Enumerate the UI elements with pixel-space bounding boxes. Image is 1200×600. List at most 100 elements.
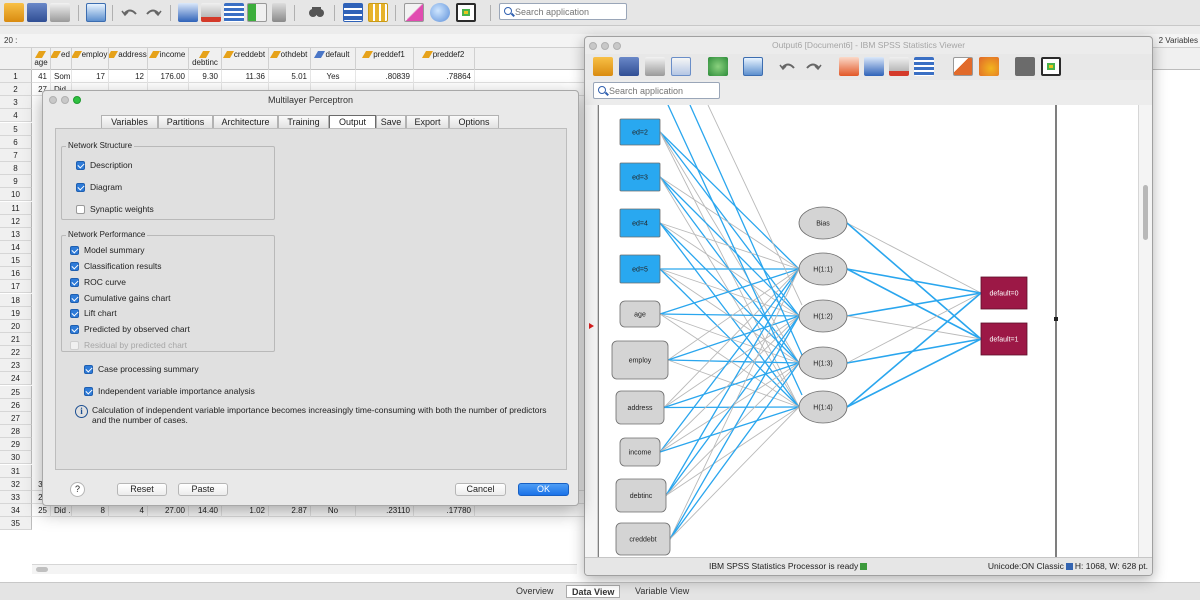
row-number[interactable]: 35 (0, 517, 32, 531)
row-number[interactable]: 17 (0, 280, 32, 294)
column-header-employ[interactable]: employ (72, 48, 109, 70)
row-number[interactable]: 14 (0, 240, 32, 254)
column-header-creddebt[interactable]: creddebt (222, 48, 269, 70)
column-header-preddef1[interactable]: preddef1 (356, 48, 414, 70)
row-number[interactable]: 22 (0, 346, 32, 360)
column-header-address[interactable]: address (109, 48, 148, 70)
row-number[interactable]: 28 (0, 425, 32, 439)
row-number[interactable]: 9 (0, 175, 32, 189)
column-header-age[interactable]: age (32, 48, 51, 70)
row-number[interactable]: 20 (0, 319, 32, 333)
cell-preddef1[interactable]: .80839 (356, 70, 414, 83)
row-number[interactable]: 34 (0, 503, 32, 517)
variables-icon[interactable] (914, 57, 934, 76)
paste-button[interactable]: Paste (178, 483, 228, 496)
cell-othdebt[interactable]: 5.01 (269, 70, 311, 83)
goto-variable-icon[interactable] (889, 57, 909, 76)
row-number[interactable]: 23 (0, 359, 32, 373)
reset-button[interactable]: Reset (117, 483, 167, 496)
select-cases-icon[interactable] (404, 3, 424, 22)
recall-dialog-icon[interactable] (743, 57, 763, 76)
search-application-box[interactable] (499, 3, 627, 20)
tab-output[interactable]: Output (329, 115, 376, 129)
row-number[interactable]: 32 (0, 477, 32, 491)
undo-icon[interactable] (778, 57, 798, 76)
column-header-preddef2[interactable]: preddef2 (414, 48, 475, 70)
importance-analysis-checkbox[interactable] (84, 387, 93, 396)
viewer-vertical-scrollbar[interactable] (1138, 105, 1152, 557)
output-content-pane[interactable]: ed=2 ed=3 ed=4 ed=5 age employ address income de… (598, 105, 1138, 557)
use-sets-icon[interactable] (1041, 57, 1061, 76)
cell-employ[interactable]: 17 (72, 70, 109, 83)
row-number[interactable]: 4 (0, 109, 32, 123)
cancel-button[interactable]: Cancel (455, 483, 506, 496)
cell-default[interactable]: Yes (311, 70, 356, 83)
column-header-debtinc[interactable]: debtinc (189, 48, 222, 70)
save-icon[interactable] (27, 3, 47, 22)
value-labels-icon[interactable] (430, 3, 450, 22)
use-sets-icon[interactable] (456, 3, 476, 22)
row-number[interactable]: 8 (0, 162, 32, 176)
outline-pane[interactable] (585, 105, 598, 557)
ok-button[interactable]: OK (518, 483, 569, 496)
column-icon[interactable] (272, 3, 286, 22)
designate-window-icon[interactable] (953, 57, 973, 76)
row-number[interactable]: 31 (0, 464, 32, 478)
redo-icon[interactable] (143, 3, 163, 22)
cell-preddef2[interactable]: .78864 (414, 70, 475, 83)
row-number[interactable]: 26 (0, 398, 32, 412)
cell-creddebt[interactable]: 11.36 (222, 70, 269, 83)
print-preview-icon[interactable] (671, 57, 691, 76)
description-checkbox[interactable] (76, 161, 85, 170)
open-folder-icon[interactable] (4, 3, 24, 22)
split-file-icon[interactable] (343, 3, 363, 22)
column-header-default[interactable]: default (311, 48, 356, 70)
variables-icon[interactable] (224, 3, 244, 22)
row-number[interactable]: 21 (0, 333, 32, 346)
open-folder-icon[interactable] (593, 57, 613, 76)
case-processing-checkbox[interactable] (84, 365, 93, 374)
row-number[interactable]: 25 (0, 385, 32, 399)
tab-partitions[interactable]: Partitions (158, 115, 213, 129)
row-number[interactable]: 16 (0, 267, 32, 281)
row-number[interactable]: 19 (0, 306, 32, 320)
scroll-thumb[interactable] (1143, 185, 1148, 240)
row-number[interactable]: 13 (0, 227, 32, 241)
export-icon[interactable] (708, 57, 728, 76)
tab-export[interactable]: Export (406, 115, 449, 129)
tab-overview[interactable]: Overview (511, 585, 559, 598)
row-number[interactable]: 33 (0, 490, 32, 504)
row-number[interactable]: 29 (0, 438, 32, 452)
row-number[interactable]: 1 (0, 70, 32, 83)
redo-icon[interactable] (803, 57, 823, 76)
cell-debtinc[interactable]: 9.30 (189, 70, 222, 83)
print-icon[interactable] (50, 3, 70, 22)
row-number[interactable]: 27 (0, 411, 32, 425)
goto-case-icon[interactable] (864, 57, 884, 76)
tab-architecture[interactable]: Architecture (213, 115, 278, 129)
help-button[interactable]: ? (70, 482, 85, 497)
print-icon[interactable] (645, 57, 665, 76)
save-icon[interactable] (619, 57, 639, 76)
row-number[interactable]: 18 (0, 293, 32, 307)
tab-variables[interactable]: Variables (101, 115, 158, 129)
cell-address[interactable]: 12 (109, 70, 148, 83)
viewer-search-input[interactable] (609, 84, 709, 97)
row-number[interactable]: 3 (0, 96, 32, 110)
column-header-income[interactable]: income (148, 48, 189, 70)
tab-data-view[interactable]: Data View (566, 585, 621, 598)
cumulative-gains-checkbox[interactable] (70, 294, 79, 303)
cell-ed[interactable]: Som... (51, 70, 72, 83)
hide-icon[interactable] (1015, 57, 1035, 76)
undo-icon[interactable] (120, 3, 140, 22)
row-number[interactable]: 24 (0, 372, 32, 386)
cell-income[interactable]: 176.00 (148, 70, 189, 83)
synaptic-weights-checkbox[interactable] (76, 205, 85, 214)
goto-case-icon[interactable] (178, 3, 198, 22)
column-header-othdebt[interactable]: othdebt (269, 48, 311, 70)
goto-variable-icon[interactable] (201, 3, 221, 22)
horizontal-scrollbar[interactable] (32, 564, 577, 574)
tab-variable-view[interactable]: Variable View (630, 585, 694, 598)
run-script-icon[interactable] (979, 57, 999, 76)
split-view-icon[interactable] (247, 3, 267, 22)
